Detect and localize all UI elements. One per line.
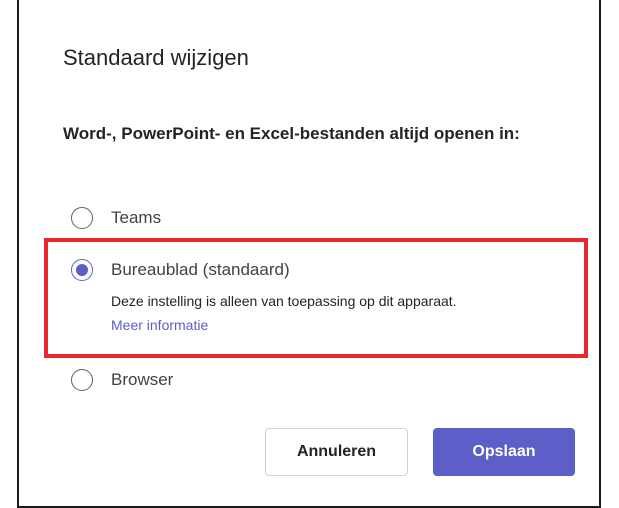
more-info-link[interactable]: Meer informatie [111, 317, 208, 333]
save-button[interactable]: Opslaan [433, 428, 575, 476]
radio-desktop[interactable] [71, 259, 93, 281]
option-desktop-description: Deze instelling is alleen van toepassing… [111, 293, 457, 309]
open-files-question: Word-, PowerPoint- en Excel-bestanden al… [63, 124, 520, 143]
radio-teams[interactable] [71, 207, 93, 229]
radio-browser[interactable] [71, 369, 93, 391]
radio-selected-dot [76, 264, 88, 276]
option-browser[interactable]: Browser [71, 369, 173, 391]
option-desktop-label: Bureaublad (standaard) [111, 260, 290, 279]
option-desktop[interactable]: Bureaublad (standaard) Deze instelling i… [71, 259, 457, 335]
option-teams[interactable]: Teams [71, 207, 161, 229]
change-default-dialog: Standaard wijzigen Word-, PowerPoint- en… [17, 0, 601, 508]
option-browser-label: Browser [111, 370, 174, 389]
dialog-title: Standaard wijzigen [63, 45, 249, 70]
option-teams-label: Teams [111, 208, 162, 227]
cancel-button[interactable]: Annuleren [265, 428, 408, 476]
